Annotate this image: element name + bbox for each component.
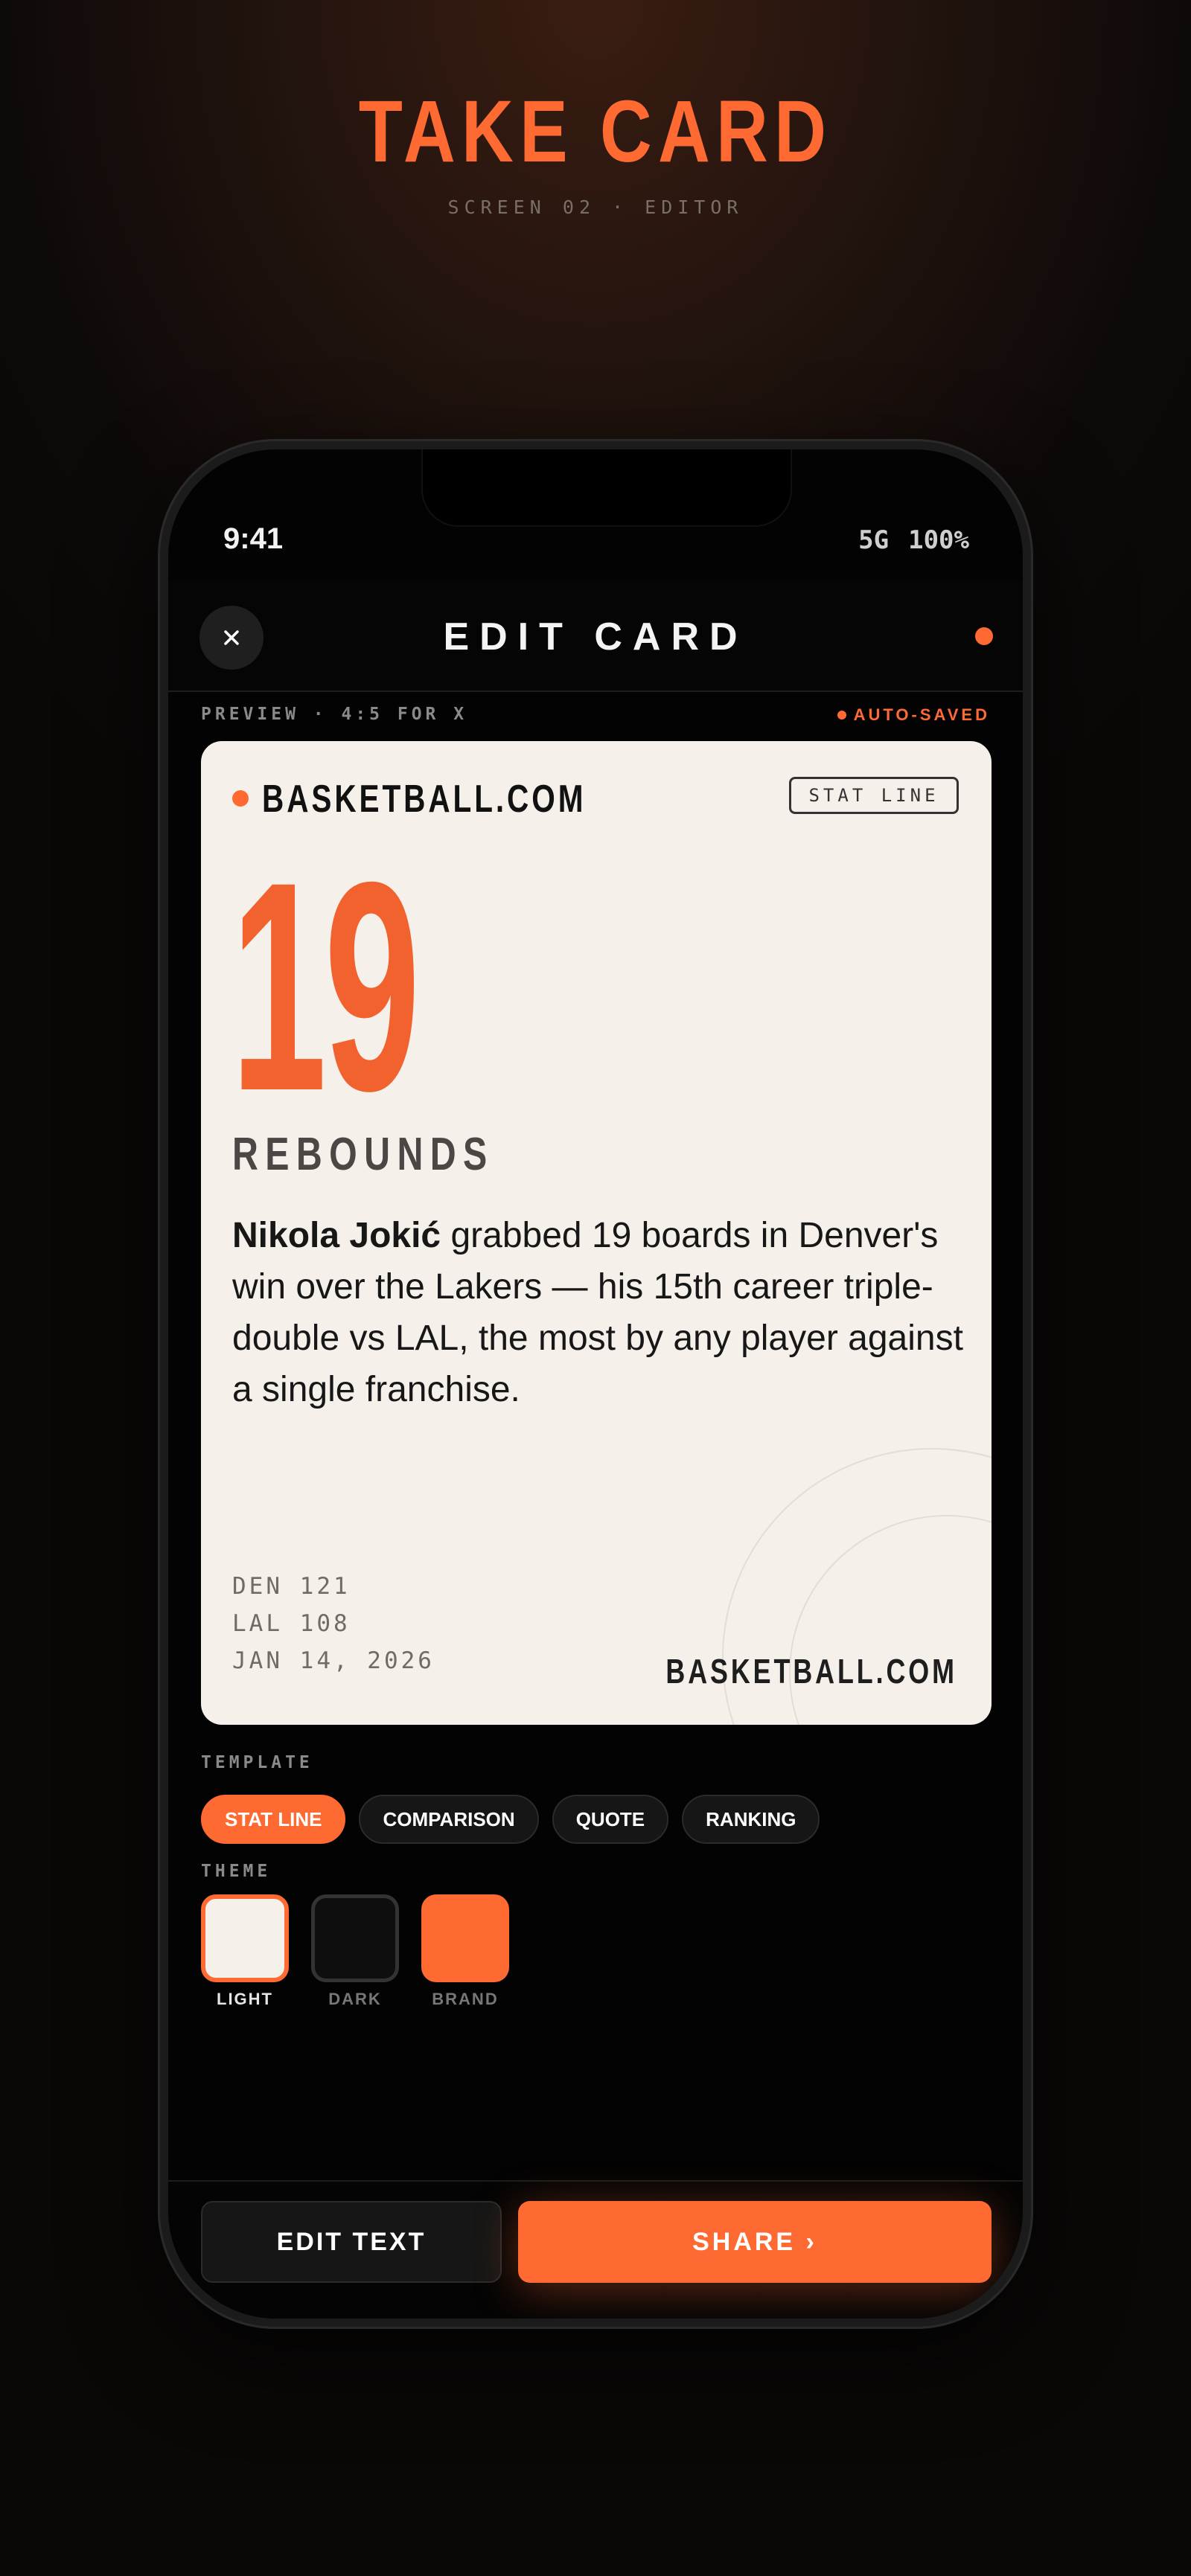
phone-frame: 9:41 5G 100% EDIT CARD PREVIEW · 4:5 FOR …	[158, 439, 1033, 2329]
template-options: STAT LINE COMPARISON QUOTE RANKING	[201, 1795, 833, 1844]
template-chip-stat-line[interactable]: STAT LINE	[201, 1795, 346, 1844]
network-indicator: 5G	[858, 525, 890, 555]
stat-label: REBOUNDS	[232, 1129, 494, 1180]
battery-indicator: 100%	[908, 525, 969, 555]
notch	[421, 449, 792, 527]
screen-title: EDIT CARD	[443, 615, 748, 659]
unsaved-dot	[975, 627, 993, 645]
bottom-action-bar: EDIT TEXT SHARE ›	[168, 2180, 1023, 2319]
page-subtitle: SCREEN 02 · EDITOR	[447, 196, 744, 218]
autosave-status: AUTO-SAVED	[837, 705, 990, 725]
stat-value: 19	[231, 820, 421, 1153]
theme-option-dark[interactable]: DARK	[311, 1894, 399, 2009]
card-footer-brand: BASKETBALL.COM	[665, 1652, 957, 1691]
theme-option-light[interactable]: LIGHT	[201, 1894, 289, 2009]
autosave-text: AUTO-SAVED	[853, 705, 990, 724]
game-date: JAN 14, 2026	[232, 1647, 435, 1674]
card-preview[interactable]: BASKETBALL.COM STAT LINE 19 REBOUNDS Nik…	[201, 741, 992, 1725]
share-button[interactable]: SHARE ›	[518, 2201, 992, 2283]
card-brand: BASKETBALL.COM	[262, 778, 587, 821]
theme-label-light: LIGHT	[217, 1990, 273, 2008]
card-body-text: Nikola Jokić grabbed 19 boards in Denver…	[232, 1210, 969, 1415]
status-time: 9:41	[223, 522, 284, 555]
edit-text-button[interactable]: EDIT TEXT	[201, 2201, 502, 2283]
autosave-dot	[837, 711, 846, 720]
page-title: TAKE CARD	[358, 83, 833, 181]
theme-options: LIGHT DARK BRAND	[201, 1894, 531, 2009]
template-tag: STAT LINE	[789, 777, 959, 814]
theme-label-brand: BRAND	[432, 1990, 499, 2008]
brand-dot	[232, 790, 249, 807]
template-section-label: TEMPLATE	[201, 1753, 313, 1772]
theme-swatch-light[interactable]	[201, 1894, 289, 1982]
player-name: Nikola Jokić	[232, 1216, 441, 1255]
theme-swatch-brand[interactable]	[421, 1894, 509, 1982]
top-bar: EDIT CARD	[168, 580, 1023, 692]
template-chip-ranking[interactable]: RANKING	[682, 1795, 820, 1844]
score-home: DEN 121	[232, 1573, 351, 1600]
status-indicators: 5G 100%	[839, 525, 969, 555]
template-chip-comparison[interactable]: COMPARISON	[359, 1795, 539, 1844]
score-away: LAL 108	[232, 1610, 351, 1637]
theme-swatch-dark[interactable]	[311, 1894, 399, 1982]
phone-screen: 9:41 5G 100% EDIT CARD PREVIEW · 4:5 FOR …	[168, 449, 1023, 2319]
theme-label-dark: DARK	[328, 1990, 382, 2008]
theme-section-label: THEME	[201, 1862, 272, 1881]
theme-option-brand[interactable]: BRAND	[421, 1894, 509, 2009]
preview-label: PREVIEW · 4:5 FOR X	[201, 705, 468, 724]
template-chip-quote[interactable]: QUOTE	[552, 1795, 669, 1844]
